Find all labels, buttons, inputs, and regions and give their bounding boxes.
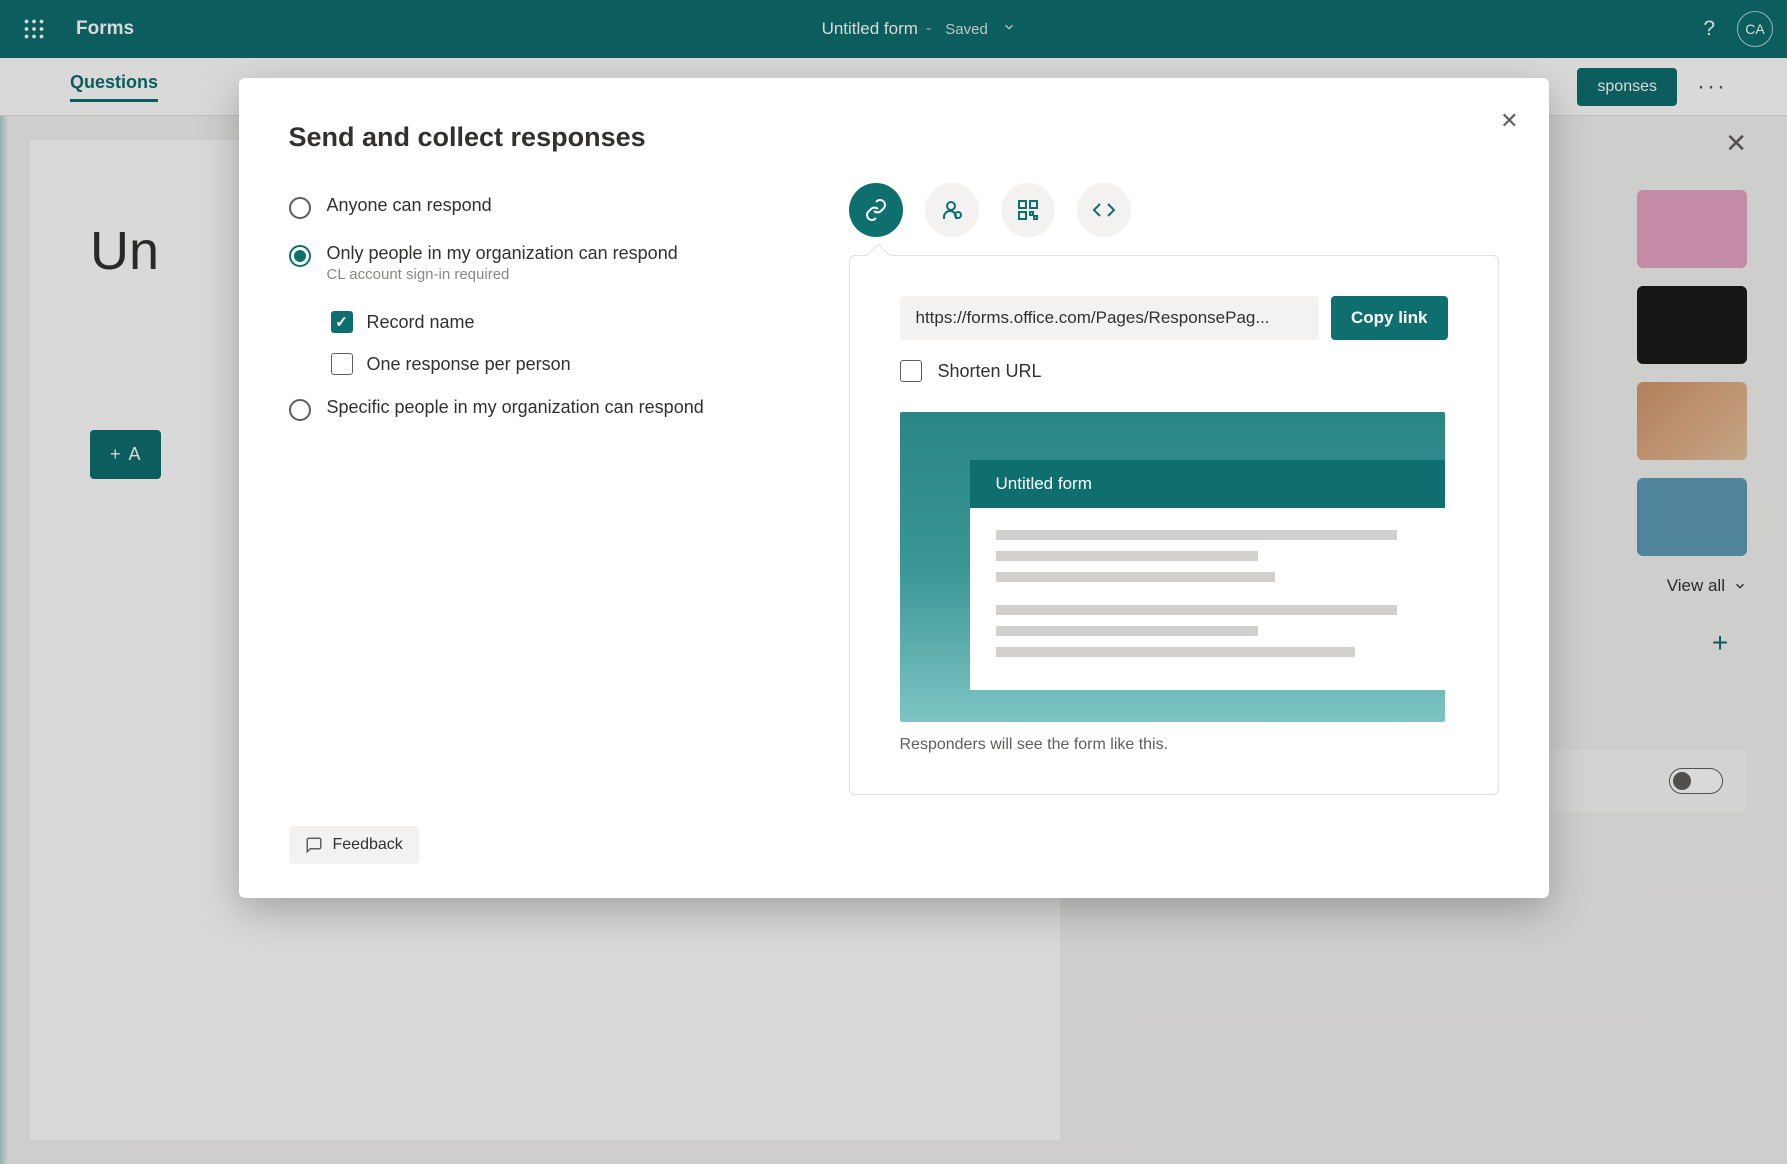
radio-icon <box>289 197 311 219</box>
option-organization[interactable]: Only people in my organization can respo… <box>289 231 809 295</box>
person-icon <box>940 198 964 222</box>
preview-title: Untitled form <box>970 460 1445 508</box>
option-anyone[interactable]: Anyone can respond <box>289 183 809 231</box>
option-record-name[interactable]: Record name <box>331 301 809 343</box>
share-url-field[interactable]: https://forms.office.com/Pages/ResponseP… <box>900 296 1319 340</box>
modal-overlay[interactable]: ✕ Send and collect responses Anyone can … <box>0 0 1787 1164</box>
share-link-panel: https://forms.office.com/Pages/ResponseP… <box>849 255 1499 795</box>
chat-icon <box>305 836 323 854</box>
audience-options: Anyone can respond Only people in my org… <box>289 183 809 795</box>
checkbox-icon <box>331 353 353 375</box>
form-preview: Untitled form <box>900 412 1445 722</box>
embed-icon <box>1092 198 1116 222</box>
checkbox-icon <box>900 360 922 382</box>
share-column: https://forms.office.com/Pages/ResponseP… <box>849 183 1499 795</box>
qr-icon <box>1016 198 1040 222</box>
feedback-button[interactable]: Feedback <box>289 826 419 864</box>
share-method-tabs <box>849 183 1499 237</box>
option-specific-people[interactable]: Specific people in my organization can r… <box>289 385 809 433</box>
radio-icon <box>289 245 311 267</box>
preview-body <box>970 508 1445 690</box>
share-tab-qr[interactable] <box>1001 183 1055 237</box>
checkbox-icon <box>331 311 353 333</box>
radio-icon <box>289 399 311 421</box>
modal-title: Send and collect responses <box>289 122 1499 153</box>
shorten-url-option[interactable]: Shorten URL <box>900 360 1448 382</box>
link-icon <box>864 198 888 222</box>
share-tab-invite[interactable] <box>925 183 979 237</box>
copy-link-button[interactable]: Copy link <box>1331 296 1448 340</box>
option-one-response[interactable]: One response per person <box>331 343 809 385</box>
share-tab-link[interactable] <box>849 183 903 237</box>
preview-caption: Responders will see the form like this. <box>900 736 1448 754</box>
close-modal-icon[interactable]: ✕ <box>1500 108 1518 134</box>
share-tab-embed[interactable] <box>1077 183 1131 237</box>
send-collect-modal: ✕ Send and collect responses Anyone can … <box>239 78 1549 898</box>
